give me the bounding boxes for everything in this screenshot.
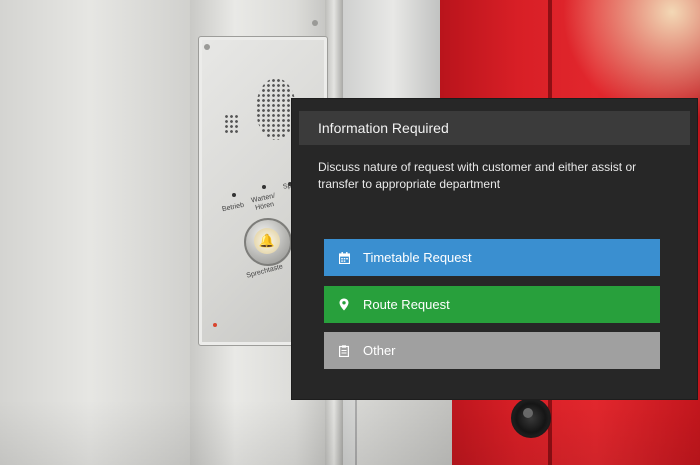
microphone-grill [224, 114, 240, 134]
indicator-led [213, 323, 217, 327]
speaker-grill [256, 78, 296, 140]
floor-shade [0, 400, 700, 465]
status-led [232, 193, 236, 197]
status-led [262, 185, 266, 189]
timetable-request-button[interactable]: Timetable Request [324, 239, 660, 276]
calendar-icon [338, 251, 350, 264]
route-request-label: Route Request [363, 297, 450, 312]
wall-panel [0, 0, 200, 465]
timetable-request-label: Timetable Request [363, 250, 472, 265]
dialog-message: Discuss nature of request with customer … [318, 160, 637, 191]
map-pin-icon [338, 298, 350, 311]
clipboard-icon [338, 344, 350, 357]
other-button[interactable]: Other [324, 332, 660, 369]
dialog-title: Information Required [299, 111, 690, 145]
information-required-dialog: Information Required Discuss nature of r… [292, 99, 697, 399]
route-request-button[interactable]: Route Request [324, 286, 660, 323]
screw-icon [312, 20, 318, 26]
other-label: Other [363, 343, 396, 358]
screw-icon [204, 44, 210, 50]
bell-icon: 🔔 [254, 228, 280, 254]
